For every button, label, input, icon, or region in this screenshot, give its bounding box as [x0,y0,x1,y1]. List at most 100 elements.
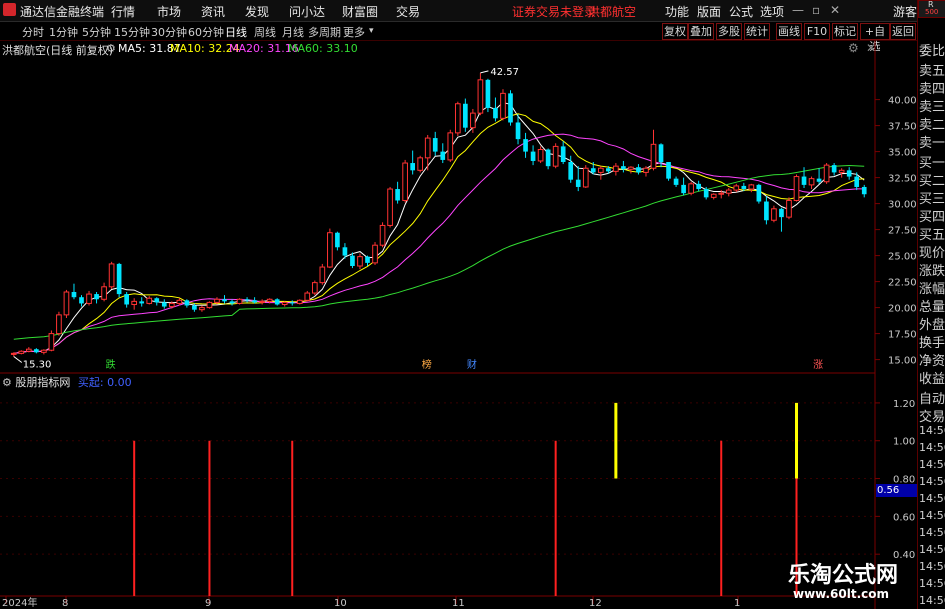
menu-jiaoyi[interactable]: 交易 [396,3,420,20]
period-fenshi[interactable]: 分时 [22,24,44,40]
candle-body [846,170,852,177]
indicator-settings-icon[interactable]: ⚙ [2,376,12,389]
login-status[interactable]: 证券交易未登录 [512,3,596,20]
candle-body [590,168,596,173]
candle-body [379,224,386,246]
side-time-0: 14:56 [919,424,945,437]
candle-body [838,169,845,173]
y-tick-label-main: 27.50 [888,226,917,237]
add-watchlist-button[interactable]: +自选 [860,23,890,53]
candle-body [500,92,506,119]
side-label-13: 涨幅 [919,282,945,297]
period-30min[interactable]: 30分钟 [151,24,187,40]
candle-body [417,157,424,171]
menu-gongneng[interactable]: 功能 [665,3,689,20]
side-label-14: 总量 [919,300,945,315]
kline-chart[interactable]: 40.00 37.50 35.00 32.50 30.00 27.50 25.00 22.50… [0,40,917,609]
x-tick-label: 12 [589,598,602,609]
candle-body [831,165,837,173]
more-arrow-icon[interactable]: ▾ [369,26,374,36]
biaoji-button[interactable]: 标记 [832,23,858,40]
x-tick-label: 11 [452,598,465,609]
menu-bar: 通达信金融终端 行情 市场 资讯 发现 问小达 财富圈 交易 证券交易未登录 洪… [0,0,945,22]
x-tick-label: 10 [334,598,347,609]
menu-shichang[interactable]: 市场 [157,3,181,20]
period-5min[interactable]: 5分钟 [82,24,111,40]
indicator-value: 买起: 0.00 [77,376,132,389]
candle-body [214,298,220,303]
f10-button[interactable]: F10 [804,23,830,40]
back-button[interactable]: 返回 [890,23,916,40]
y-tick-label-main: 15.00 [888,356,917,367]
side-label-12: 涨跌 [919,264,945,279]
candle-body [41,349,47,353]
candle-body [56,314,62,335]
candle-body [643,167,649,173]
candle-body [552,145,559,167]
candle-body [508,93,513,123]
candle-body [666,162,671,179]
period-60min[interactable]: 60分钟 [188,24,224,40]
menu-banmian[interactable]: 版面 [697,3,721,20]
maximize-icon[interactable]: ▫ [812,3,820,17]
duogu-button[interactable]: 多股 [716,23,742,40]
candle-body [25,348,32,352]
y-tick-label-main: 35.00 [888,148,917,159]
candle-body [454,103,461,134]
candle-body [621,166,626,170]
indicator-name[interactable]: 股朋指标网 [15,376,70,389]
side-badge[interactable]: R 500 [918,0,945,18]
candle-body [229,301,235,304]
menu-wenxiaoda[interactable]: 问小达 [289,3,325,20]
candle-body [108,263,115,288]
candle-body [34,349,39,353]
menu-gongshi[interactable]: 公式 [729,3,753,20]
candle-body [274,299,280,305]
candle-body [296,299,303,304]
side-time-8: 14:56 [919,560,945,573]
watermark-url: www.60lt.com [793,587,890,601]
ma10-line [13,113,865,354]
menu-xuanxiang[interactable]: 选项 [760,3,784,20]
candle-body [537,149,544,162]
period-more[interactable]: 更多 [343,24,365,40]
high-pointer [480,70,489,74]
candle-body [139,301,145,304]
y-tick-label-ind: 1.20 [893,399,915,410]
candle-body [335,232,340,248]
period-multi[interactable]: 多周期 [308,24,341,40]
period-monthly[interactable]: 月线 [282,24,304,40]
candle-body [350,255,355,266]
menu-hangqing[interactable]: 行情 [111,3,135,20]
period-15min[interactable]: 15分钟 [114,24,150,40]
menu-zixun[interactable]: 资讯 [201,3,225,20]
candle-body [63,291,70,316]
diejia-button[interactable]: 叠加 [688,23,714,40]
huaxian-button[interactable]: 画线 [776,23,802,40]
menu-caifuquan[interactable]: 财富圈 [342,3,378,20]
menu-faxian[interactable]: 发现 [245,3,269,20]
side-label-9: 买四 [919,210,945,225]
fuquan-button[interactable]: 复权 [662,23,688,40]
close-icon[interactable]: ✕ [830,3,840,17]
minimize-icon[interactable]: — [792,3,804,17]
side-label-17: 净资 [919,354,945,369]
candle-body [424,137,431,159]
period-weekly[interactable]: 周线 [254,24,276,40]
candle-body [86,293,92,304]
candle-body [222,299,227,302]
candle-body [176,299,183,304]
ma20-line [13,133,865,354]
side-time-7: 14:56 [919,543,945,556]
candle-body [793,176,800,201]
period-daily[interactable]: 日线 [225,24,247,40]
tongji-button[interactable]: 统计 [744,23,770,40]
period-1min[interactable]: 1分钟 [49,24,78,40]
candle-body [410,163,415,171]
side-label-19: 自动 [919,392,945,407]
guest-label[interactable]: 游客 [893,3,917,20]
side-label-10: 买五 [919,228,945,243]
y-tick-label-main: 40.00 [888,96,917,107]
candle-body [606,168,611,172]
candle-body [440,151,446,160]
